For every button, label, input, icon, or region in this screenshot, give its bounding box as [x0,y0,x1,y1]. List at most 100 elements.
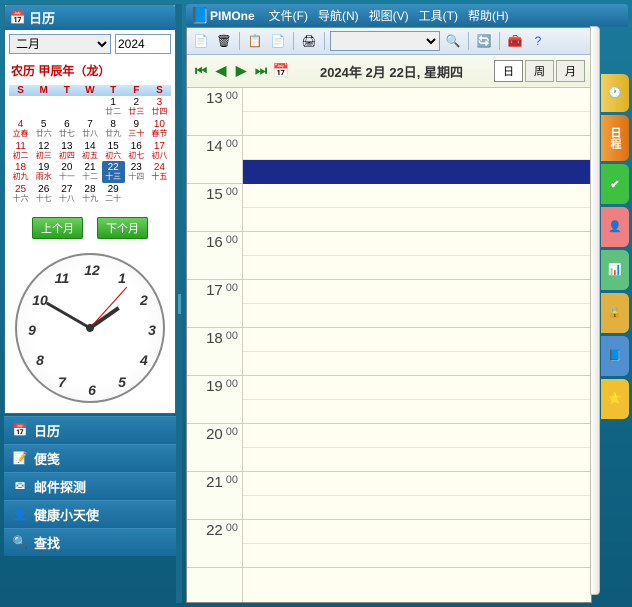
search-button[interactable]: 🔍 [443,31,463,51]
copy-button[interactable]: 📋 [245,31,265,51]
selected-timeslot[interactable] [243,160,591,184]
nav-icon: 🔍 [12,534,28,550]
category-combo[interactable] [330,31,440,51]
calendar-day[interactable]: 19雨水 [32,161,55,183]
today-button[interactable]: 📅 [273,63,289,79]
calendar-day[interactable]: 2廿三 [125,96,148,118]
calendar-day[interactable]: 29二十 [102,183,125,205]
right-tab-strip: 🕐日程✔👤📊🔒📘⭐ [601,74,629,419]
weekday-header: SMTWTFS [9,85,171,96]
calendar-day[interactable]: 28十九 [78,183,101,205]
calendar-panel-header: 📅 日历 [5,5,175,30]
year-input[interactable] [115,34,171,54]
sidebar-item-日历[interactable]: 📅 日历 [4,416,176,444]
options-button[interactable]: 🧰 [505,31,525,51]
time-column: 1300140015001600170018001900200021002200 [187,88,243,602]
calendar-day[interactable]: 24十五 [148,161,171,183]
analog-clock: 123456789101112 [15,253,165,403]
menu-文件(F)[interactable]: 文件(F) [265,6,312,25]
tab-icon[interactable]: 🔒 [601,293,629,333]
last-day-button[interactable]: ⏭ [253,63,269,79]
tab-clock[interactable]: 🕐 [601,74,629,112]
calendar-day[interactable]: 16初七 [125,140,148,162]
calendar-icon: 📅 [11,11,25,25]
lunar-year-label: 农历 甲辰年（龙） [5,58,175,83]
calendar-day[interactable]: 13初四 [55,140,78,162]
nav-icon: 📅 [12,422,28,438]
nav-label: 邮件探测 [34,477,86,496]
view-日[interactable]: 日 [494,60,523,82]
calendar-day[interactable]: 15初六 [102,140,125,162]
notebook-edge [590,26,600,595]
refresh-button[interactable]: 🔄 [474,31,494,51]
print-button[interactable]: 🖨 [299,31,319,51]
calendar-day[interactable]: 9三十 [125,118,148,140]
view-月[interactable]: 月 [556,60,585,82]
paste-button[interactable]: 📄 [268,31,288,51]
calendar-day[interactable]: 10春节 [148,118,171,140]
menu-工具(T)[interactable]: 工具(T) [415,6,462,25]
calendar-day[interactable] [9,96,32,118]
calendar-day[interactable]: 25十六 [9,183,32,205]
calendar-day[interactable]: 7廿八 [78,118,101,140]
calendar-day[interactable]: 3廿四 [148,96,171,118]
events-column[interactable] [243,88,591,602]
sidebar-item-查找[interactable]: 🔍 查找 [4,528,176,556]
sidebar-nav: 📅 日历 📝便笺 ✉ 邮件探测 👤健康小天使 🔍 查找 [4,416,176,556]
calendar-day[interactable]: 21十二 [78,161,101,183]
calendar-day[interactable]: 6廿七 [55,118,78,140]
menu-导航(N)[interactable]: 导航(N) [314,6,363,25]
calendar-day[interactable]: 22十三 [102,161,125,183]
calendar-day[interactable]: 5廿六 [32,118,55,140]
tab-icon[interactable]: ✔ [601,164,629,204]
view-switch: 日周月 [494,60,585,82]
next-day-button[interactable]: ▶ [233,63,249,79]
calendar-day[interactable]: 8廿九 [102,118,125,140]
calendar-day[interactable]: 18初九 [9,161,32,183]
calendar-day[interactable] [125,183,148,205]
help-button[interactable]: ? [528,31,548,51]
sidebar-item-便笺[interactable]: 📝便笺 [4,444,176,472]
prev-month-button[interactable]: 上个月 [32,217,83,239]
calendar-day[interactable]: 20十一 [55,161,78,183]
calendar-day[interactable]: 23十四 [125,161,148,183]
calendar-day[interactable]: 26十七 [32,183,55,205]
tab-日程[interactable]: 日程 [601,115,629,161]
calendar-day[interactable]: 27十八 [55,183,78,205]
day-schedule-grid[interactable]: 1300140015001600170018001900200021002200 [187,88,591,602]
menu-帮助(H)[interactable]: 帮助(H) [464,6,513,25]
tab-icon[interactable]: 📘 [601,336,629,376]
calendar-day[interactable]: 14初五 [78,140,101,162]
sidebar-item-健康小天使[interactable]: 👤健康小天使 [4,500,176,528]
first-day-button[interactable]: ⏮ [193,63,209,79]
mini-calendar-grid[interactable]: 1廿二2廿三3廿四4立春5廿六6廿七7廿八8廿九9三十10春节11初二12初三1… [9,96,171,205]
calendar-day[interactable] [55,96,78,118]
app-title: PIMOne [210,9,255,23]
delete-button[interactable]: 🗑 [214,31,234,51]
prev-day-button[interactable]: ◀ [213,63,229,79]
tab-icon[interactable]: 👤 [601,207,629,247]
calendar-day[interactable] [32,96,55,118]
nav-icon: ✉ [12,478,28,494]
calendar-day[interactable]: 17初八 [148,140,171,162]
calendar-day[interactable]: 4立春 [9,118,32,140]
nav-label: 健康小天使 [34,505,99,524]
tab-icon[interactable]: 📊 [601,250,629,290]
next-month-button[interactable]: 下个月 [97,217,148,239]
calendar-day[interactable] [148,183,171,205]
calendar-day[interactable] [78,96,101,118]
calendar-day[interactable]: 12初三 [32,140,55,162]
view-周[interactable]: 周 [525,60,554,82]
nav-label: 日历 [34,421,60,440]
splitter[interactable] [176,4,182,603]
tab-icon[interactable]: ⭐ [601,379,629,419]
month-select[interactable]: 一月二月三月四月五月六月七月八月九月十月十一月十二月 [9,34,111,54]
menu-视图(V)[interactable]: 视图(V) [365,6,413,25]
calendar-day[interactable]: 11初二 [9,140,32,162]
app-icon: 📘 [192,8,208,24]
new-button[interactable]: 📄 [191,31,211,51]
calendar-day[interactable]: 1廿二 [102,96,125,118]
sidebar-item-邮件探测[interactable]: ✉ 邮件探测 [4,472,176,500]
nav-label: 便笺 [34,449,60,468]
nav-label: 查找 [34,533,60,552]
